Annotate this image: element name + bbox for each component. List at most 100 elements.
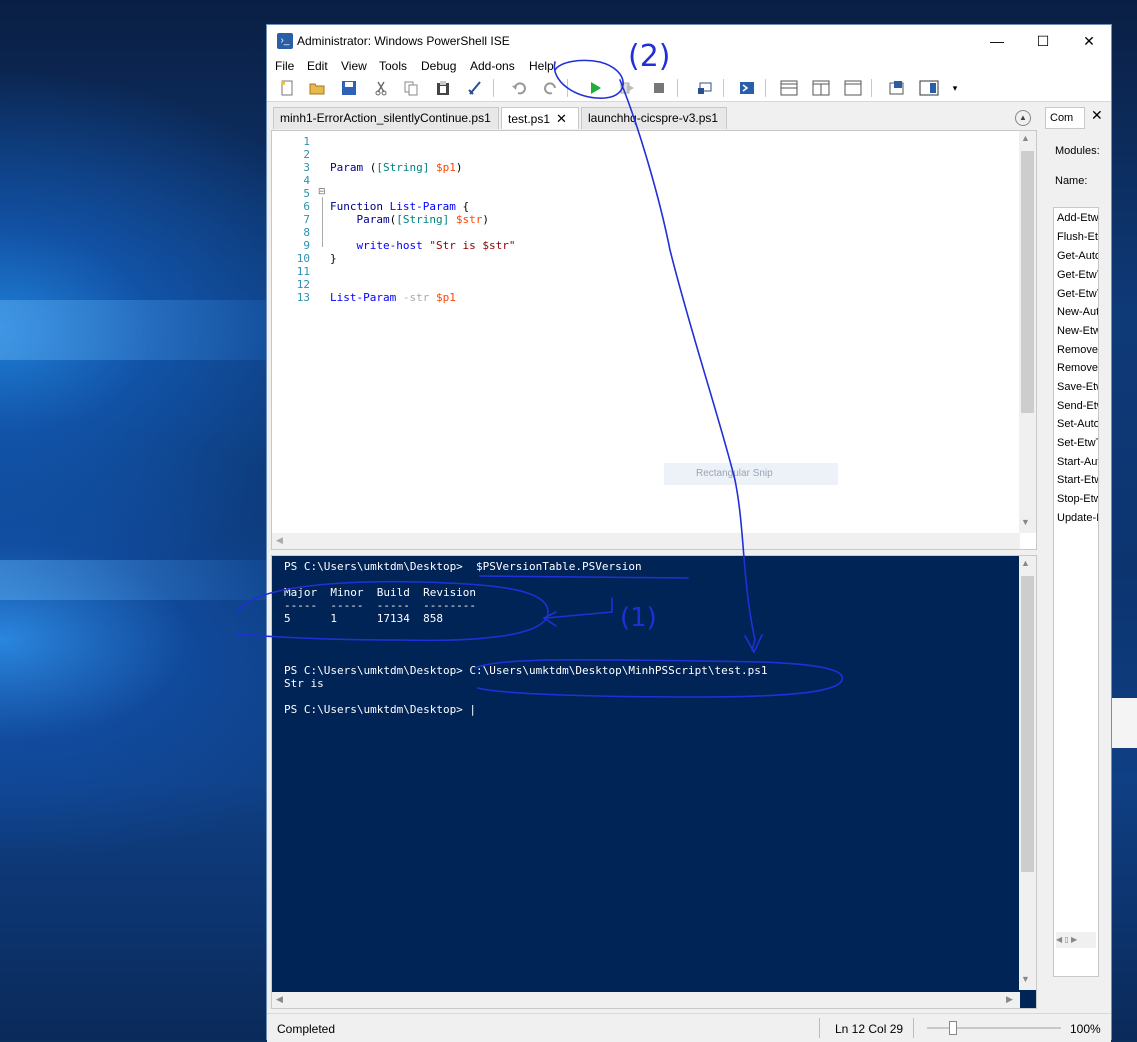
line-number: 13: [296, 291, 310, 304]
line-number: 1: [303, 135, 310, 148]
minimize-button[interactable]: —: [974, 25, 1020, 57]
list-item[interactable]: New-Aut: [1057, 306, 1098, 318]
menu-view[interactable]: View: [341, 59, 367, 73]
command-list-horizontal-scrollbar[interactable]: ◀ ▯ ▶: [1056, 932, 1096, 948]
list-item[interactable]: Start-Aut: [1057, 456, 1098, 468]
toolbar-overflow-icon[interactable]: ▾: [945, 78, 965, 98]
scroll-up-icon[interactable]: ▲: [1021, 558, 1030, 568]
menu-addons[interactable]: Add-ons: [470, 59, 515, 73]
undo-icon[interactable]: [509, 78, 529, 98]
new-remote-tab-icon[interactable]: [695, 78, 715, 98]
new-icon[interactable]: [277, 78, 297, 98]
list-item[interactable]: Flush-Etw: [1057, 231, 1098, 243]
menu-help[interactable]: Help: [529, 59, 554, 73]
list-item[interactable]: Set-EtwT: [1057, 437, 1098, 449]
scroll-up-icon[interactable]: ▲: [1021, 133, 1030, 143]
code-text: Param ([String] $p1) Function List-Param…: [330, 135, 515, 343]
cut-icon[interactable]: [371, 78, 391, 98]
cursor-position: Ln 12 Col 29: [835, 1022, 904, 1036]
script-editor[interactable]: 1 2 3 4 5 6 7 8 9 10 11 12 13 ⊟ Param ([…: [271, 130, 1037, 550]
background-window-edge: [1112, 698, 1137, 748]
scroll-down-icon[interactable]: ▼: [1021, 517, 1030, 527]
show-script-pane-top-icon[interactable]: [779, 78, 799, 98]
menu-edit[interactable]: Edit: [307, 59, 328, 73]
console-line: Str is: [284, 677, 324, 690]
start-powershell-icon[interactable]: [737, 78, 757, 98]
redo-icon[interactable]: [541, 78, 561, 98]
save-icon[interactable]: [339, 78, 359, 98]
copy-icon[interactable]: [401, 78, 421, 98]
list-item[interactable]: Save-Etw: [1057, 381, 1098, 393]
scroll-thumb[interactable]: [1021, 576, 1034, 872]
list-item[interactable]: Remove-: [1057, 362, 1098, 374]
show-command-window-icon[interactable]: [887, 78, 907, 98]
menu-tools[interactable]: Tools: [379, 59, 407, 73]
stop-icon[interactable]: [649, 78, 669, 98]
scroll-left-icon[interactable]: ◀: [276, 994, 283, 1005]
code-line: }: [330, 252, 337, 265]
console-vertical-scrollbar[interactable]: ▲ ▼: [1019, 556, 1036, 990]
status-text: Completed: [277, 1022, 336, 1036]
status-divider: [913, 1018, 914, 1038]
list-item[interactable]: Set-Auto: [1057, 418, 1098, 430]
close-tab-icon[interactable]: ✕: [556, 111, 567, 126]
line-numbers: 1 2 3 4 5 6 7 8 9 10 11 12 13: [272, 135, 310, 304]
list-item[interactable]: Send-Etw: [1057, 400, 1098, 412]
console-line: PS C:\Users\umktdm\Desktop> $PSVersionTa…: [284, 560, 642, 573]
clear-console-icon[interactable]: [465, 78, 485, 98]
line-number: 11: [296, 265, 310, 278]
fold-toggle-icon[interactable]: ⊟: [318, 186, 327, 196]
run-script-icon[interactable]: [585, 78, 605, 98]
list-item[interactable]: Remove-: [1057, 344, 1098, 356]
menu-debug[interactable]: Debug: [421, 59, 456, 73]
list-item[interactable]: New-Etw: [1057, 325, 1098, 337]
toolbar-separator: [677, 79, 678, 97]
close-commands-pane-icon[interactable]: ✕: [1091, 107, 1103, 124]
list-item[interactable]: Get-Auto: [1057, 250, 1098, 262]
show-script-pane-right-icon[interactable]: [811, 78, 831, 98]
open-icon[interactable]: [307, 78, 327, 98]
scroll-left-icon[interactable]: ◀: [276, 535, 283, 546]
editor-vertical-scrollbar[interactable]: ▲ ▼: [1019, 131, 1036, 533]
list-item[interactable]: Get-EtwT: [1057, 288, 1098, 300]
list-item[interactable]: Start-Etw: [1057, 474, 1098, 486]
show-script-pane-max-icon[interactable]: [843, 78, 863, 98]
maximize-button[interactable]: ☐: [1020, 25, 1066, 57]
scroll-down-icon[interactable]: ▼: [1021, 974, 1030, 984]
tab-launchhq[interactable]: launchhq-cicspre-v3.ps1: [581, 107, 727, 129]
tab-test-ps1[interactable]: test.ps1 ✕: [501, 107, 579, 129]
zoom-level: 100%: [1070, 1022, 1101, 1036]
show-command-addon-icon[interactable]: [919, 78, 939, 98]
tab-commands[interactable]: Com: [1045, 107, 1085, 129]
line-number: 10: [296, 252, 310, 265]
list-item[interactable]: Update-I: [1057, 512, 1098, 524]
scroll-right-icon[interactable]: ▶: [1006, 994, 1013, 1005]
line-number: 3: [303, 161, 310, 174]
list-item[interactable]: Stop-Etw: [1057, 493, 1098, 505]
console-pane[interactable]: PS C:\Users\umktdm\Desktop> $PSVersionTa…: [271, 555, 1037, 1009]
list-item[interactable]: Add-Etw: [1057, 212, 1098, 224]
scroll-thumb[interactable]: [1021, 151, 1034, 413]
run-selection-icon[interactable]: [617, 78, 637, 98]
toolbar: ▾: [267, 75, 1111, 102]
line-number: 6: [303, 200, 310, 213]
menu-file[interactable]: File: [275, 59, 294, 73]
tab-minh1-erroraction[interactable]: minh1-ErrorAction_silentlyContinue.ps1: [273, 107, 499, 129]
status-bar: Completed Ln 12 Col 29 100%: [267, 1013, 1111, 1042]
zoom-slider[interactable]: [927, 1027, 1061, 1029]
zoom-slider-thumb[interactable]: [949, 1021, 957, 1035]
menu-bar: File Edit View Tools Debug Add-ons Help: [267, 57, 1111, 75]
editor-horizontal-scrollbar[interactable]: ◀: [272, 533, 1020, 549]
console-horizontal-scrollbar[interactable]: ◀ ▶: [272, 992, 1020, 1008]
collapse-script-pane-icon[interactable]: ▲: [1015, 110, 1031, 126]
command-list[interactable]: Add-Etw Flush-Etw Get-Auto Get-EtwT Get-…: [1053, 207, 1099, 977]
list-item[interactable]: Get-EtwT: [1057, 269, 1098, 281]
close-window-button[interactable]: ✕: [1066, 25, 1112, 57]
title-bar[interactable]: ›_ Administrator: Windows PowerShell ISE…: [267, 25, 1111, 57]
paste-icon[interactable]: [433, 78, 453, 98]
